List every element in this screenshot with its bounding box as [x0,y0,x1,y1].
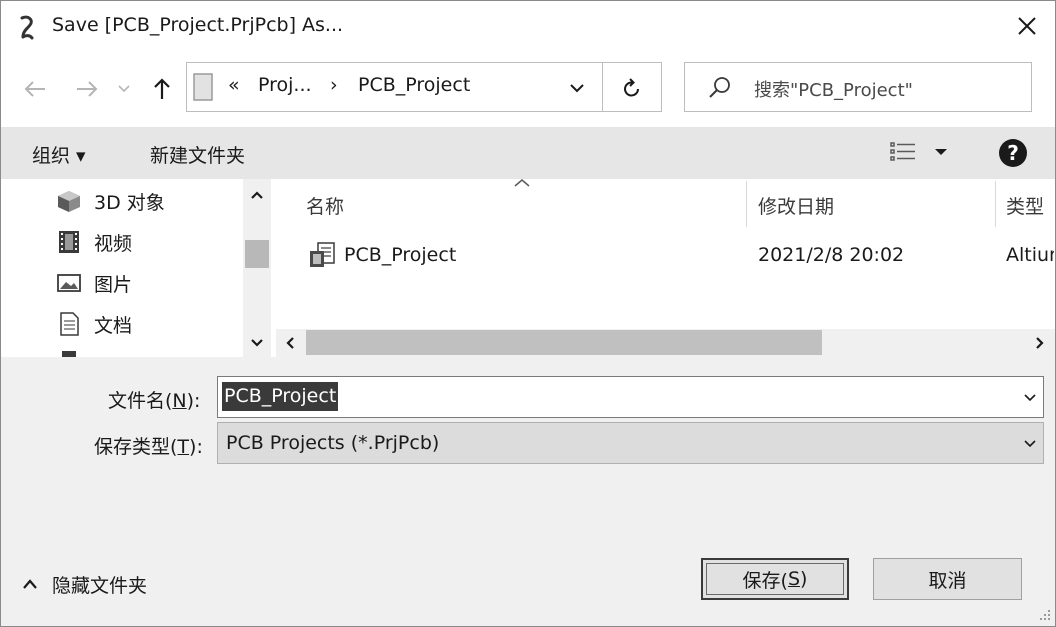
column-header-modified[interactable]: 修改日期 [758,192,834,219]
scroll-up-button[interactable] [244,184,270,206]
video-icon [59,231,79,253]
breadcrumb-parent[interactable]: Proj... [258,74,312,96]
altium-icon [16,14,38,40]
file-type-cell: Altiur [1006,244,1054,266]
search-placeholder: 搜索"PCB_Project" [754,80,913,101]
save-button-focus-ring: 保存(S) [706,563,844,595]
search-icon [706,74,734,102]
column-divider[interactable] [746,181,747,227]
window-title: Save [PCB_Project.PrjPcb] As... [52,14,344,36]
caret-down-icon [935,149,947,155]
column-divider[interactable] [995,181,996,227]
nav-item-label: 文档 [94,314,133,337]
sort-ascending-icon [514,179,530,187]
forward-button[interactable] [70,72,104,106]
pcb-project-file-icon [308,240,338,270]
nav-pane-scroll-thumb[interactable] [245,240,269,268]
organize-menu-button[interactable]: 组织 ▾ [32,141,86,168]
recent-locations-button[interactable] [112,72,136,106]
documents-icon [60,312,79,336]
view-options-dropdown[interactable] [930,142,952,162]
pictures-icon [57,274,81,292]
chevron-down-icon [118,85,130,93]
close-icon [1018,17,1036,35]
chevron-up-icon [251,191,263,199]
folder-icon [192,72,214,102]
resize-grip-icon[interactable] [1036,606,1052,622]
chevron-down-icon [1024,394,1036,402]
3d-objects-icon [58,191,80,212]
chevron-left-icon [286,337,294,349]
arrow-left-icon [24,81,45,97]
nav-item-cutoff [56,351,82,357]
up-button[interactable] [145,72,179,106]
nav-item-video[interactable]: 视频 [56,227,132,257]
chevron-down-icon [251,339,263,347]
close-button[interactable] [1006,6,1048,46]
chevron-up-icon [23,579,37,589]
chevron-right-icon [1036,337,1044,349]
save-button[interactable]: 保存(S) [701,558,849,600]
file-name-cell: PCB_Project [344,244,457,266]
scroll-left-button[interactable] [278,331,302,355]
nav-item-documents[interactable]: 文档 [56,309,132,339]
nav-item-label: 图片 [94,273,133,296]
chevron-down-icon [1024,440,1036,448]
breadcrumb-current[interactable]: PCB_Project [358,74,470,96]
nav-item-label: 3D 对象 [94,191,165,214]
filename-label: 文件名(N): [108,390,201,412]
filename-value[interactable]: PCB_Project [222,382,339,411]
refresh-button[interactable] [612,72,652,104]
new-folder-button[interactable]: 新建文件夹 [150,141,245,168]
help-icon[interactable]: ? [999,139,1027,167]
address-divider [602,62,603,112]
cancel-button[interactable]: 取消 [873,558,1022,600]
hide-folders-toggle[interactable]: 隐藏文件夹 [22,570,147,598]
nav-item-label: 视频 [94,232,133,255]
scroll-right-button[interactable] [1028,331,1052,355]
chevron-down-icon [570,84,584,93]
column-header-type[interactable]: 类型 [1006,192,1044,219]
hide-folders-label: 隐藏文件夹 [52,574,148,597]
refresh-icon [624,78,639,97]
filetype-label: 保存类型(T): [94,436,203,458]
back-button[interactable] [18,72,52,106]
breadcrumb-separator[interactable]: › [330,74,338,96]
horizontal-scroll-thumb[interactable] [306,330,822,355]
arrow-up-icon [154,78,170,99]
address-dropdown-button[interactable] [560,72,594,104]
column-header-name[interactable]: 名称 [306,192,344,219]
scroll-down-button[interactable] [244,332,270,354]
filename-history-dropdown[interactable] [1018,386,1042,410]
details-view-icon[interactable] [888,140,918,164]
filetype-dropdown[interactable] [1018,432,1042,456]
nav-item-pictures[interactable]: 图片 [56,268,132,298]
arrow-right-icon [77,81,98,97]
filename-input[interactable] [217,376,1044,418]
breadcrumb-overflow[interactable]: « [228,74,240,96]
nav-item-3d-objects[interactable]: 3D 对象 [56,186,165,216]
file-modified-cell: 2021/2/8 20:02 [758,244,905,266]
filetype-value: PCB Projects (*.PrjPcb) [226,432,440,454]
